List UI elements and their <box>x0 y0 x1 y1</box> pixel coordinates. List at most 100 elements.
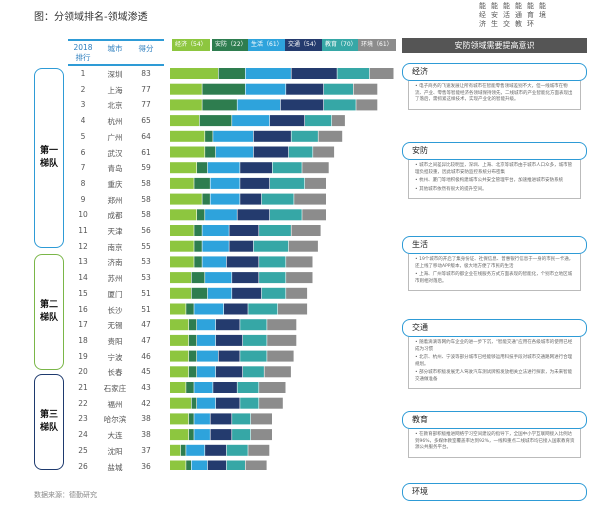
source-note: 数据来源：德勤研究 <box>34 491 97 499</box>
city-cell: 贵阳 <box>107 336 123 346</box>
bar-segment-安防 <box>202 193 210 205</box>
table-row: 4 杭州 65 <box>68 114 164 128</box>
table-row: 3 北京 77 <box>68 98 164 112</box>
bar-segment-环境 <box>291 225 321 236</box>
bar-segment-教育 <box>259 272 286 284</box>
city-cell: 重庆 <box>107 179 123 189</box>
table-row: 25 沈阳 37 <box>68 444 164 458</box>
bar-segment-教育 <box>261 287 286 299</box>
tier-2-box: 第二 梯队 <box>34 254 64 370</box>
bar-segment-交通 <box>207 460 227 470</box>
bar-segment-环境 <box>251 429 272 441</box>
bar-segment-安防 <box>202 83 245 95</box>
score-cell: 46 <box>141 351 151 361</box>
table-row: 10 成都 58 <box>68 208 164 222</box>
rank-cell: 18 <box>78 335 88 345</box>
bar-segment-生活 <box>197 334 216 346</box>
legend-item: 生活（61） <box>248 39 286 51</box>
rank-cell: 4 <box>80 116 86 126</box>
table-row: 22 福州 42 <box>68 397 164 411</box>
panel-section: 环境 <box>402 483 587 501</box>
bar-segment-交通 <box>253 146 289 158</box>
legend-item: 教育（70） <box>322 39 360 51</box>
bar-segment-交通 <box>224 303 248 315</box>
bar-segment-环境 <box>302 209 326 221</box>
score-cell: 56 <box>141 226 151 235</box>
table-row: 1 深圳 83 <box>68 67 164 81</box>
city-cell: 石家庄 <box>103 384 127 393</box>
score-cell: 38 <box>141 414 151 424</box>
rank-cell: 19 <box>78 351 88 361</box>
city-cell: 厦门 <box>107 289 123 299</box>
score-cell: 47 <box>141 320 151 330</box>
bar-segment-交通 <box>240 177 270 189</box>
panel-heading: 安防领域需要提高意识 <box>402 38 587 53</box>
rank-header: 2018 排行 <box>68 43 98 63</box>
bar-segment-生活 <box>197 397 216 409</box>
bar-segment-安防 <box>186 303 194 315</box>
bar-segment-经济 <box>170 193 202 205</box>
bar-segment-交通 <box>226 256 259 268</box>
panel-section-title: 生活 <box>402 236 587 254</box>
rank-cell: 9 <box>80 194 86 204</box>
stacked-bar-chart <box>170 68 394 470</box>
table-row: 9 郑州 58 <box>68 193 164 207</box>
city-cell: 南京 <box>107 242 123 252</box>
rank-cell: 20 <box>78 367 88 377</box>
bar-segment-生活 <box>197 319 216 331</box>
bar-segment-安防 <box>188 350 197 362</box>
bar-segment-教育 <box>323 83 353 95</box>
bar-segment-交通 <box>213 382 237 393</box>
bar-segment-交通 <box>210 413 232 425</box>
table-row: 6 武汉 61 <box>68 146 164 160</box>
score-cell: 51 <box>141 304 151 314</box>
bar-segment-生活 <box>202 225 229 236</box>
table-row: 20 长春 45 <box>68 365 164 379</box>
bar-segment-生活 <box>191 460 208 470</box>
city-cell: 郑州 <box>107 195 123 205</box>
bar-segment-生活 <box>207 287 232 299</box>
score-cell: 38 <box>141 430 151 440</box>
bar-segment-生活 <box>245 68 291 79</box>
tier-1-box: 第一 梯队 <box>34 68 64 248</box>
table-row: 21 石家庄 43 <box>68 381 164 395</box>
bar-segment-经济 <box>170 68 218 79</box>
city-cell: 成都 <box>107 211 123 221</box>
city-cell: 无锡 <box>107 321 123 331</box>
bar-segment-教育 <box>237 382 259 393</box>
rank-cell: 7 <box>80 163 86 173</box>
bar-segment-生活 <box>197 366 216 378</box>
panel-bullet: • 电子商务的飞速发展让所有城市在智能零售领域差别不大，但一线城市在物流、产业、… <box>415 84 573 102</box>
bar-segment-经济 <box>170 382 186 393</box>
bar-segment-生活 <box>194 382 213 393</box>
bar-segment-经济 <box>170 444 181 456</box>
bar-segment-环境 <box>278 303 308 315</box>
rank-cell: 22 <box>78 398 88 408</box>
bar-segment-生活 <box>213 130 254 142</box>
bar-segment-交通 <box>229 240 254 252</box>
panel-bullet: • 城市之间差异比较明显，深圳、上海、北京等城市由于城市人口众多，城市管理负担较… <box>415 163 573 175</box>
rank-cell: 15 <box>78 288 88 298</box>
table-row: 16 长沙 51 <box>68 303 164 317</box>
rank-cell: 24 <box>78 430 88 440</box>
panel-section-title: 教育 <box>402 411 587 429</box>
bar-segment-环境 <box>267 319 297 331</box>
score-cell: 45 <box>141 367 151 377</box>
bar-segment-安防 <box>191 272 205 284</box>
bar-segment-安防 <box>205 146 216 158</box>
score-cell: 55 <box>141 241 151 251</box>
score-cell: 58 <box>141 178 151 188</box>
bar-segment-教育 <box>232 429 251 441</box>
score-cell: 53 <box>141 257 151 267</box>
bar-segment-安防 <box>194 225 202 236</box>
rank-cell: 13 <box>78 257 88 267</box>
panel-section-title: 交通 <box>402 319 587 337</box>
bar-segment-环境 <box>302 162 329 174</box>
top-label: 能安生 <box>491 2 498 28</box>
panel-section: 教育 • 在教育部积极推进网络学习空间建设的指导下，全国中小学互联网接入比例达到9… <box>402 411 587 458</box>
bar-segment-生活 <box>194 429 210 441</box>
bar-segment-经济 <box>170 429 189 441</box>
panel-section-body: • 在教育部积极推进网络学习空间建设的指导下，全国中小学互联网接入比例达到96%… <box>408 429 581 458</box>
bar-segment-交通 <box>218 350 240 362</box>
bar-segment-环境 <box>294 193 326 205</box>
